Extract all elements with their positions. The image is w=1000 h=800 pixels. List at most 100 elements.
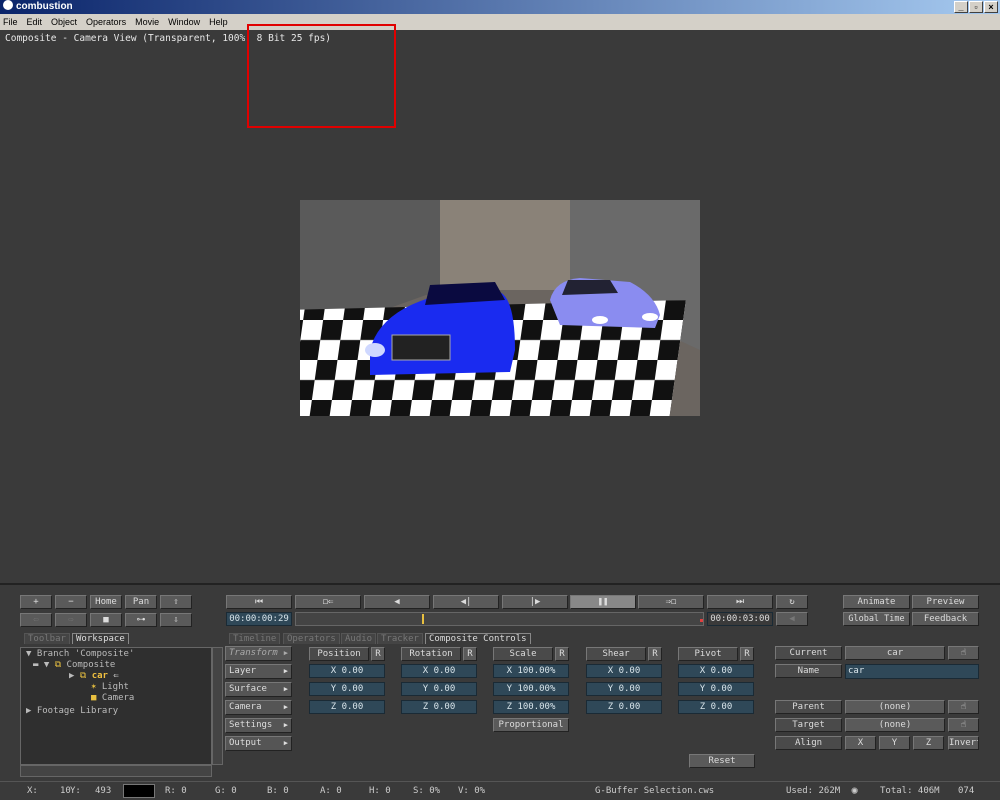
tree-vertical-scrollbar[interactable]: [212, 647, 223, 765]
composite-node[interactable]: ▬ ▼ ⧉ Composite: [33, 660, 115, 670]
parent-dropdown[interactable]: (none): [845, 700, 945, 714]
menu-operators[interactable]: Operators: [86, 14, 126, 30]
pick-hand-icon[interactable]: ☝: [948, 646, 979, 660]
rotation-y-field[interactable]: Y 0.00: [401, 682, 477, 696]
pivot-y-field[interactable]: Y 0.00: [678, 682, 754, 696]
current-dropdown[interactable]: car: [845, 646, 945, 660]
settings-menu[interactable]: Settings: [225, 718, 292, 733]
name-field[interactable]: car: [845, 664, 979, 679]
tab-workspace[interactable]: Workspace: [72, 633, 129, 644]
target-dropdown[interactable]: (none): [845, 718, 945, 732]
step-back-marker-icon[interactable]: ◻⇐: [295, 595, 361, 609]
animate-button[interactable]: Animate: [843, 595, 910, 609]
menu-window[interactable]: Window: [168, 14, 200, 30]
scale-y-field[interactable]: Y 100.00%: [493, 682, 569, 696]
forward-arrow-icon[interactable]: ⇨: [55, 613, 87, 627]
invert-button[interactable]: Invert: [948, 736, 979, 750]
preview-button[interactable]: Preview: [912, 595, 979, 609]
shear-reset-button[interactable]: R: [648, 647, 662, 661]
render-preview: [300, 200, 700, 416]
align-z-button[interactable]: Z: [913, 736, 944, 750]
scale-x-field[interactable]: X 100.00%: [493, 664, 569, 678]
car-node[interactable]: ▶ ⧉ car ⇐: [69, 671, 119, 681]
zoom-in-button[interactable]: +: [20, 595, 52, 609]
maximize-button[interactable]: ▫: [969, 1, 983, 13]
parent-pick-hand-icon[interactable]: ☝: [948, 700, 979, 714]
menu-file[interactable]: File: [3, 14, 18, 30]
scale-reset-button[interactable]: R: [555, 647, 569, 661]
minimize-button[interactable]: _: [954, 1, 968, 13]
camera-node[interactable]: ■ Camera: [91, 693, 134, 703]
menu-edit[interactable]: Edit: [27, 14, 43, 30]
position-reset-button[interactable]: R: [371, 647, 385, 661]
shear-z-field[interactable]: Z 0.00: [586, 700, 662, 714]
pause-icon[interactable]: ❚❚: [570, 595, 636, 609]
end-time-field[interactable]: 00:00:03:00: [707, 612, 773, 626]
align-y-button[interactable]: Y: [879, 736, 910, 750]
branch-node[interactable]: ▼ Branch 'Composite': [26, 649, 134, 659]
feedback-button[interactable]: Feedback: [912, 612, 979, 626]
position-y-field[interactable]: Y 0.00: [309, 682, 385, 696]
rotation-reset-button[interactable]: R: [463, 647, 477, 661]
status-frame: 074: [958, 786, 975, 796]
back-arrow-icon[interactable]: ⇦: [20, 613, 52, 627]
shear-y-field[interactable]: Y 0.00: [586, 682, 662, 696]
timeline-scrubber[interactable]: [295, 612, 704, 626]
pivot-z-field[interactable]: Z 0.00: [678, 700, 754, 714]
home-button[interactable]: Home: [90, 595, 122, 609]
workspace-tree[interactable]: ▼ Branch 'Composite' ▬ ▼ ⧉ Composite ▶ ⧉…: [20, 647, 212, 765]
position-x-field[interactable]: X 0.00: [309, 664, 385, 678]
pivot-reset-button[interactable]: R: [740, 647, 754, 661]
pivot-x-field[interactable]: X 0.00: [678, 664, 754, 678]
composite-viewer[interactable]: Composite - Camera View (Transparent, 10…: [0, 24, 1000, 585]
go-to-start-icon[interactable]: ⏮: [226, 595, 292, 609]
audio-icon[interactable]: ◀: [776, 612, 808, 626]
loop-icon[interactable]: ↻: [776, 595, 808, 609]
status-b: B: 0: [267, 786, 289, 796]
reset-button[interactable]: Reset: [689, 754, 755, 768]
pivot-header: Pivot: [678, 647, 738, 661]
tab-timeline[interactable]: Timeline: [229, 633, 281, 644]
tab-tracker[interactable]: Tracker: [377, 633, 423, 644]
menu-movie[interactable]: Movie: [135, 14, 159, 30]
color-swatch-icon[interactable]: ■: [90, 613, 122, 627]
rotation-header: Rotation: [401, 647, 461, 661]
global-time-button[interactable]: Global Time: [843, 612, 910, 626]
frame-back-icon[interactable]: ◀|: [433, 595, 499, 609]
camera-menu[interactable]: Camera: [225, 700, 292, 715]
link-icon[interactable]: ⊶: [125, 613, 157, 627]
download-icon[interactable]: ⇩: [160, 613, 192, 627]
play-reverse-icon[interactable]: ◀: [364, 595, 430, 609]
tab-operators[interactable]: Operators: [283, 633, 340, 644]
position-z-field[interactable]: Z 0.00: [309, 700, 385, 714]
target-pick-hand-icon[interactable]: ☝: [948, 718, 979, 732]
tab-audio[interactable]: Audio: [341, 633, 377, 644]
upload-icon[interactable]: ⇧: [160, 595, 192, 609]
step-forward-marker-icon[interactable]: ⇒◻: [638, 595, 704, 609]
zoom-out-button[interactable]: −: [55, 595, 87, 609]
align-x-button[interactable]: X: [845, 736, 876, 750]
scale-z-field[interactable]: Z 100.00%: [493, 700, 569, 714]
light-node[interactable]: ✶ Light: [91, 682, 129, 692]
go-to-end-icon[interactable]: ⏭: [707, 595, 773, 609]
shear-x-field[interactable]: X 0.00: [586, 664, 662, 678]
menu-help[interactable]: Help: [209, 14, 228, 30]
surface-menu[interactable]: Surface: [225, 682, 292, 697]
transform-menu[interactable]: Transform: [225, 646, 292, 661]
app-icon: [3, 0, 13, 10]
layer-menu[interactable]: Layer: [225, 664, 292, 679]
menu-object[interactable]: Object: [51, 14, 77, 30]
output-menu[interactable]: Output: [225, 736, 292, 751]
proportional-button[interactable]: Proportional: [493, 718, 569, 732]
current-time-field[interactable]: 00:00:00:29: [226, 612, 292, 626]
tab-composite-controls[interactable]: Composite Controls: [425, 633, 531, 644]
tree-horizontal-scrollbar[interactable]: [20, 765, 212, 777]
rotation-z-field[interactable]: Z 0.00: [401, 700, 477, 714]
tab-toolbar[interactable]: Toolbar: [24, 633, 70, 644]
pan-button[interactable]: Pan: [125, 595, 157, 609]
footage-library-node[interactable]: ▶ Footage Library: [26, 706, 118, 716]
rotation-x-field[interactable]: X 0.00: [401, 664, 477, 678]
playhead[interactable]: [421, 614, 424, 624]
close-button[interactable]: ×: [984, 1, 998, 13]
frame-forward-icon[interactable]: |▶: [502, 595, 568, 609]
